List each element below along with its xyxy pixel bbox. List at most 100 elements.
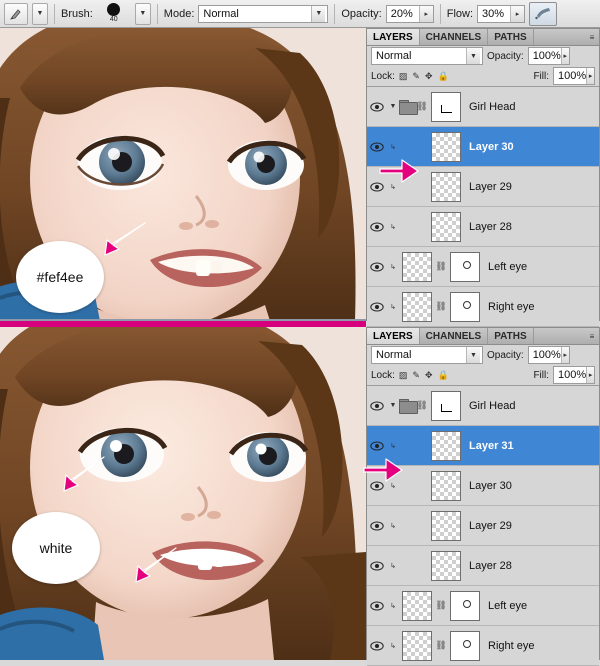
move-lock-icon-bottom[interactable]: ✥ bbox=[425, 370, 433, 381]
table-row[interactable]: ↳ ⛓ Right eye bbox=[367, 626, 599, 666]
brush-lock-icon-top[interactable]: ✎ bbox=[412, 71, 420, 82]
layer-mask-thumbnail[interactable] bbox=[450, 291, 480, 322]
layer-opacity-input-bottom[interactable]: 100% ▸ bbox=[527, 346, 570, 364]
tab-channels-top[interactable]: CHANNELS bbox=[419, 29, 489, 45]
link-icon[interactable]: ⛓ bbox=[435, 301, 447, 312]
layer-thumbnail[interactable] bbox=[402, 630, 432, 661]
blend-mode-select[interactable]: Normal ▼ bbox=[198, 4, 329, 23]
all-lock-icon-bottom[interactable]: 🔒 bbox=[438, 370, 449, 381]
layer-thumbnail[interactable] bbox=[431, 510, 461, 541]
layer-mask-thumbnail[interactable] bbox=[450, 590, 480, 621]
layer-opacity-chevron-icon-bottom[interactable]: ▸ bbox=[560, 347, 569, 363]
layer-thumbnail[interactable] bbox=[431, 171, 461, 202]
layer-fill-chevron-icon-top[interactable]: ▸ bbox=[586, 68, 594, 84]
layer-thumbnail[interactable] bbox=[431, 211, 461, 242]
link-icon[interactable]: ⛓ bbox=[435, 600, 447, 611]
layer-blend-mode-select-top[interactable]: Normal ▼ bbox=[371, 47, 483, 65]
opacity-input[interactable]: 20% ▸ bbox=[385, 4, 434, 23]
layer-opacity-input-top[interactable]: 100% ▸ bbox=[527, 47, 570, 65]
layer-thumbnail[interactable] bbox=[402, 291, 432, 322]
brush-preview[interactable]: 40 bbox=[97, 1, 131, 27]
link-icon[interactable]: ⛓ bbox=[435, 640, 447, 651]
airbrush-icon[interactable] bbox=[529, 1, 558, 26]
table-row[interactable]: ↳ ⛓ Right eye bbox=[367, 287, 599, 327]
brush-tool-icon[interactable] bbox=[4, 2, 28, 25]
layer-opacity-value-top: 100% bbox=[532, 50, 561, 62]
link-icon[interactable]: ⛓ bbox=[435, 261, 447, 272]
all-lock-icon-top[interactable]: 🔒 bbox=[438, 71, 449, 82]
layer-thumbnail[interactable] bbox=[431, 131, 461, 162]
toolbar-separator-3 bbox=[334, 3, 336, 24]
clipping-arrow-icon: ↳ bbox=[390, 522, 396, 530]
table-row[interactable]: ↳ ⛓ Left eye bbox=[367, 247, 599, 287]
table-row[interactable]: ▼ ⛓ Girl Head bbox=[367, 87, 599, 127]
layer-thumbnail[interactable] bbox=[431, 470, 461, 501]
disclosure-triangle-icon[interactable]: ▼ bbox=[387, 103, 399, 110]
lock-icons-bottom: ▨ ✎ ✥ 🔒 bbox=[399, 370, 449, 381]
table-row[interactable]: ↳ Layer 28 bbox=[367, 546, 599, 586]
options-toolbar: ▼ Brush: 40 ▼ Mode: Normal ▼ Opacity: 20… bbox=[0, 0, 600, 28]
layer-mask-thumbnail[interactable] bbox=[431, 390, 461, 421]
tab-channels-bottom[interactable]: CHANNELS bbox=[419, 328, 489, 344]
layer-thumbnail[interactable] bbox=[431, 550, 461, 581]
table-row[interactable]: ▼ ⛓ Girl Head bbox=[367, 386, 599, 426]
layer-mask-thumbnail[interactable] bbox=[450, 630, 480, 661]
list-item: Layer 28 bbox=[469, 220, 512, 233]
eye-icon[interactable] bbox=[367, 142, 387, 152]
layer-fill-chevron-icon-bottom[interactable]: ▸ bbox=[586, 367, 594, 383]
brush-lock-icon-bottom[interactable]: ✎ bbox=[412, 370, 420, 381]
eye-icon[interactable] bbox=[367, 601, 387, 611]
eye-icon[interactable] bbox=[367, 222, 387, 232]
eye-icon[interactable] bbox=[367, 262, 387, 272]
tab-layers-bottom[interactable]: LAYERS bbox=[367, 328, 420, 344]
layer-mask-thumbnail[interactable] bbox=[431, 91, 461, 122]
color-callout-bottom-label: white bbox=[39, 540, 73, 556]
eye-icon[interactable] bbox=[367, 102, 387, 112]
layer-opacity-value-bottom: 100% bbox=[532, 349, 561, 361]
flow-chevron-down-icon[interactable]: ▸ bbox=[510, 5, 525, 22]
transparency-lock-icon-top[interactable]: ▨ bbox=[399, 71, 408, 82]
table-row[interactable]: ↳ Layer 29 bbox=[367, 506, 599, 546]
list-item: Left eye bbox=[488, 260, 528, 273]
layer-thumbnail[interactable] bbox=[402, 590, 432, 621]
panel-menu-icon-top[interactable]: ≡ bbox=[585, 29, 599, 45]
eye-icon[interactable] bbox=[367, 441, 387, 451]
tab-layers-top[interactable]: LAYERS bbox=[367, 29, 420, 45]
lock-label-top: Lock: bbox=[371, 70, 395, 82]
flow-input[interactable]: 30% ▸ bbox=[477, 4, 526, 23]
layer-mask-thumbnail[interactable] bbox=[450, 251, 480, 282]
image-preview-bottom[interactable]: white bbox=[0, 327, 366, 660]
layer-thumbnail[interactable] bbox=[402, 251, 432, 282]
disclosure-triangle-icon[interactable]: ▼ bbox=[387, 402, 399, 409]
brush-picker-chevron-down-icon[interactable]: ▼ bbox=[134, 2, 151, 25]
image-preview-top[interactable]: #fef4ee bbox=[0, 28, 366, 321]
layer-opacity-chevron-icon-top[interactable]: ▸ bbox=[560, 48, 569, 64]
move-lock-icon-top[interactable]: ✥ bbox=[425, 71, 433, 82]
transparency-lock-icon-bottom[interactable]: ▨ bbox=[399, 370, 408, 381]
eye-icon[interactable] bbox=[367, 521, 387, 531]
table-row[interactable]: ↳ ⛓ Left eye bbox=[367, 586, 599, 626]
layer-fill-input-top[interactable]: 100% ▸ bbox=[553, 67, 595, 85]
tool-preset-chevron-down-icon[interactable]: ▼ bbox=[32, 2, 48, 25]
panel-menu-icon-bottom[interactable]: ≡ bbox=[585, 328, 599, 344]
eye-icon[interactable] bbox=[367, 641, 387, 651]
layer-blend-mode-select-bottom[interactable]: Normal ▼ bbox=[371, 346, 483, 364]
table-row[interactable]: ↳ Layer 28 bbox=[367, 207, 599, 247]
blend-mode-value: Normal bbox=[203, 7, 239, 20]
eye-icon[interactable] bbox=[367, 302, 387, 312]
tab-paths-top[interactable]: PATHS bbox=[488, 29, 534, 45]
eye-icon[interactable] bbox=[367, 401, 387, 411]
layer-list-bottom: ▼ ⛓ Girl Head ↳ Layer 31 ↳ Layer 30 ↳ La… bbox=[367, 385, 599, 666]
pink-arrow-icon-selected-layer-bottom bbox=[363, 458, 403, 482]
eye-icon[interactable] bbox=[367, 561, 387, 571]
layer-thumbnail[interactable] bbox=[431, 430, 461, 461]
list-item: Layer 30 bbox=[469, 479, 512, 492]
layer-blend-mode-value-bottom: Normal bbox=[376, 349, 412, 361]
layer-fill-input-bottom[interactable]: 100% ▸ bbox=[553, 366, 595, 384]
blend-row-bottom: Normal ▼ Opacity: 100% ▸ bbox=[367, 345, 599, 365]
tab-paths-bottom[interactable]: PATHS bbox=[488, 328, 534, 344]
opacity-chevron-down-icon[interactable]: ▸ bbox=[418, 5, 433, 22]
color-callout-top-label: #fef4ee bbox=[36, 269, 84, 285]
clipping-arrow-icon: ↳ bbox=[390, 642, 396, 650]
lock-label-bottom: Lock: bbox=[371, 369, 395, 381]
